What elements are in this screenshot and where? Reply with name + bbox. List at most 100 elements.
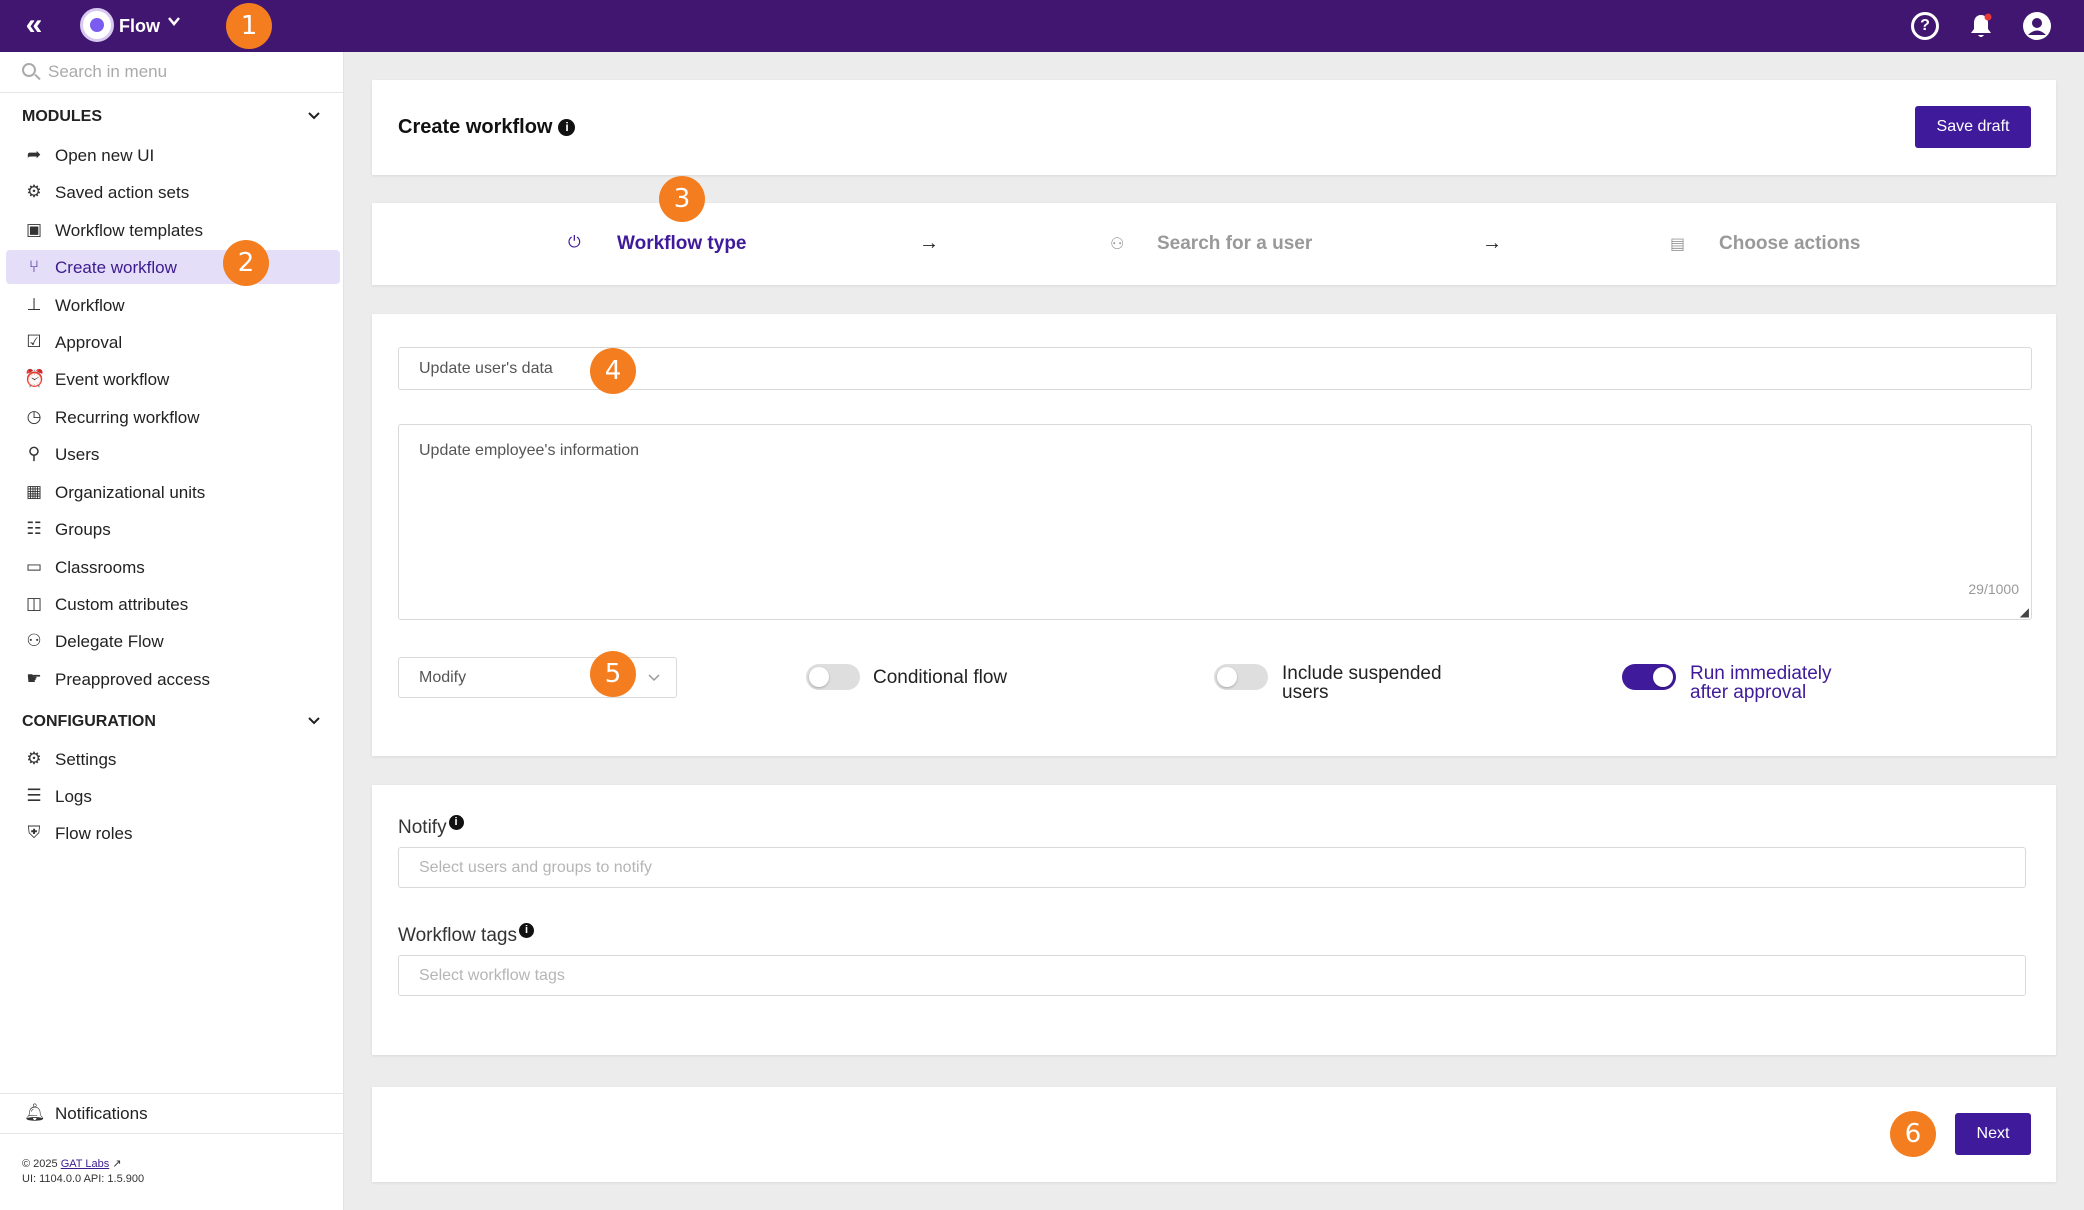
user-account-icon[interactable] — [2023, 12, 2051, 40]
sidebar-item-custom-attributes[interactable]: ◫ Custom attributes — [6, 587, 340, 621]
sidebar-item-label: Event workflow — [55, 370, 170, 389]
attributes-icon: ◫ — [25, 594, 43, 613]
step-marker-2: 2 — [223, 240, 269, 286]
conditional-flow-label: Conditional flow — [873, 668, 1007, 687]
sidebar-item-logs[interactable]: ☰ Logs — [6, 779, 340, 813]
people-icon: ⚇ — [1110, 236, 1125, 253]
sidebar-item-groups[interactable]: ☷ Groups — [6, 512, 340, 546]
sidebar-item-preapproved-access[interactable]: ☛ Preapproved access — [6, 662, 340, 696]
configuration-section-header[interactable]: CONFIGURATION — [22, 713, 322, 739]
modules-section-header[interactable]: MODULES — [22, 108, 322, 134]
sidebar-item-label: Custom attributes — [55, 595, 189, 614]
conditional-flow-toggle[interactable] — [806, 664, 860, 690]
sidebar-item-label: Approval — [55, 333, 123, 352]
bell-icon: 🔔︎ — [24, 1103, 46, 1122]
sidebar-item-label: Recurring workflow — [55, 408, 200, 427]
notify-field[interactable] — [398, 847, 2026, 888]
run-immediately-toggle[interactable] — [1622, 664, 1676, 690]
chevron-down-icon[interactable] — [306, 713, 322, 734]
workflow-description-field[interactable]: Update employee's information 29/1000 ◢ — [398, 424, 2032, 620]
footer-card — [372, 1087, 2056, 1182]
sidebar-item-approval[interactable]: ☑ Approval — [6, 325, 340, 359]
configuration-title: CONFIGURATION — [22, 713, 156, 730]
info-icon[interactable]: i — [558, 119, 576, 136]
sidebar-item-label: Notifications — [55, 1104, 148, 1123]
external-link-icon[interactable]: ↗ — [112, 1158, 121, 1170]
sidebar-item-organizational-units[interactable]: ▦ Organizational units — [6, 475, 340, 509]
chevron-down-icon[interactable] — [306, 108, 322, 129]
sidebar-item-label: Classrooms — [55, 558, 145, 577]
sidebar-item-users[interactable]: ⚲ Users — [6, 437, 340, 471]
workflow-tags-input[interactable] — [399, 956, 2025, 995]
menu-search-input[interactable] — [48, 59, 328, 85]
workflow-tags-label: Workflow tags i — [398, 923, 534, 947]
toggle-label-line1: Conditional flow — [873, 667, 1008, 688]
sidebar-item-label: Open new UI — [55, 146, 155, 165]
approval-icon: ☑ — [26, 332, 42, 351]
page-title: Create workflow i — [398, 116, 576, 139]
sidebar-item-label: Logs — [55, 787, 92, 806]
workflow-description-input[interactable]: Update employee's information — [399, 425, 2031, 619]
groups-icon: ☷ — [26, 519, 42, 538]
notify-card — [372, 785, 2056, 1055]
info-icon[interactable]: i — [448, 815, 464, 830]
sidebar-item-label: Delegate Flow — [55, 632, 164, 651]
step-search-for-a-user[interactable]: Search for a user — [1157, 233, 1312, 255]
sidebar-item-flow-roles[interactable]: ⛨ Flow roles — [6, 816, 340, 850]
save-draft-button[interactable]: Save draft — [1915, 106, 2031, 148]
version-text: UI: 1104.0.0 API: 1.5.900 — [22, 1173, 145, 1185]
sidebar-item-label: Preapproved access — [55, 670, 210, 689]
sidebar-item-notifications[interactable]: 🔔︎ Notifications — [6, 1096, 340, 1130]
sidebar-footer: © 2025 GAT Labs ↗ UI: 1104.0.0 API: 1.5.… — [22, 1157, 144, 1187]
chevron-down-icon[interactable] — [166, 13, 182, 34]
toggle-label-line1: Include suspended — [1282, 663, 1442, 684]
step-marker-6: 6 — [1890, 1111, 1936, 1157]
menu-search — [0, 52, 344, 93]
sidebar-item-workflow-templates[interactable]: ▣ Workflow templates — [6, 213, 340, 247]
help-icon[interactable]: ? — [1911, 12, 1939, 40]
workflow-name-field[interactable] — [398, 347, 2032, 390]
sidebar-item-classrooms[interactable]: ▭ Classrooms — [6, 550, 340, 584]
notify-input[interactable] — [399, 848, 2025, 887]
arrow-right-icon: → — [919, 232, 939, 254]
user-search-icon: ⚲ — [27, 444, 41, 463]
bell-icon[interactable] — [1967, 12, 1995, 40]
sidebar-item-recurring-workflow[interactable]: ◷ Recurring workflow — [6, 400, 340, 434]
company-link[interactable]: GAT Labs — [61, 1158, 110, 1170]
sidebar-item-saved-action-sets[interactable]: ⚙ Saved action sets — [6, 175, 340, 209]
double-chevron-left-icon[interactable]: « — [18, 10, 50, 40]
sidebar-item-label: Users — [55, 445, 100, 464]
list-icon: ☰ — [26, 786, 42, 805]
include-suspended-users-toggle[interactable] — [1214, 664, 1268, 690]
step-workflow-type[interactable]: Workflow type — [617, 233, 747, 255]
sidebar-item-event-workflow[interactable]: ⏰ Event workflow — [6, 362, 340, 396]
sidebar-item-create-workflow[interactable]: ⑂ Create workflow — [6, 250, 340, 284]
notify-label-text: Notify — [398, 817, 447, 838]
next-button[interactable]: Next — [1955, 1113, 2031, 1155]
sidebar-item-open-new-ui[interactable]: ➦ Open new UI — [6, 138, 340, 172]
sidebar-item-label: Organizational units — [55, 483, 206, 502]
alarm-icon: ⏰ — [24, 369, 46, 388]
chevron-down-icon — [646, 670, 662, 691]
char-counter: 29/1000 — [1968, 581, 2019, 597]
step-marker-4: 4 — [590, 348, 636, 394]
hierarchy-icon: ⊥ — [26, 295, 42, 314]
step-choose-actions[interactable]: Choose actions — [1719, 233, 1860, 255]
sidebar-item-settings[interactable]: ⚙ Settings — [6, 742, 340, 776]
sidebar-item-label: Saved action sets — [55, 183, 190, 202]
resize-handle-icon[interactable]: ◢ — [2020, 605, 2029, 619]
sidebar-item-label: Settings — [55, 750, 117, 769]
sidebar-item-label: Create workflow — [55, 258, 177, 277]
sidebar-item-workflow[interactable]: ⊥ Workflow — [6, 288, 340, 322]
arrow-share-icon: ➦ — [26, 145, 42, 164]
workflow-tags-field[interactable] — [398, 955, 2026, 996]
sidebar-item-delegate-flow[interactable]: ⚇ Delegate Flow — [6, 624, 340, 658]
toggle-knob — [1217, 667, 1237, 687]
flow-logo-icon[interactable] — [80, 8, 114, 42]
info-icon[interactable]: i — [518, 923, 534, 938]
search-icon — [22, 63, 36, 77]
workflow-name-input[interactable] — [399, 348, 2031, 389]
clock-icon: ◷ — [26, 407, 42, 426]
app-name[interactable]: Flow — [119, 16, 160, 37]
clipboard-icon: ▤ — [1670, 236, 1686, 253]
